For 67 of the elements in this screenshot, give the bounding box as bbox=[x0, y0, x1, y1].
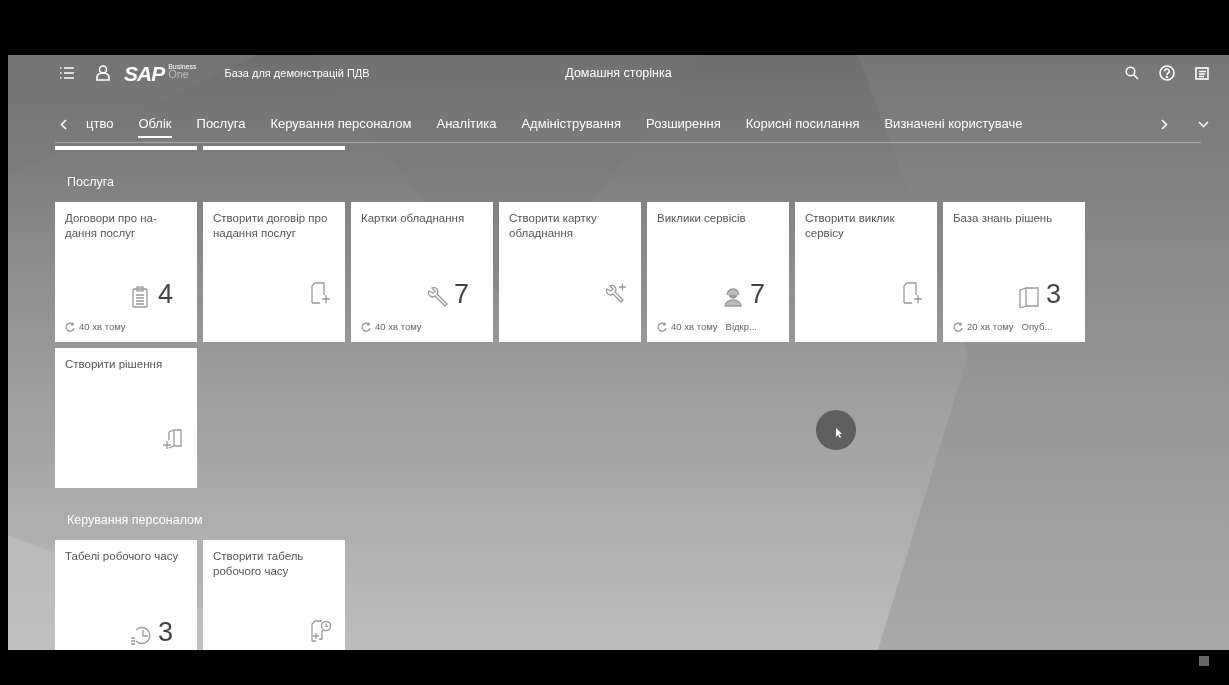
tile-count: 4 bbox=[157, 280, 173, 308]
app-tile[interactable]: Створити виклик сервісу bbox=[795, 201, 937, 342]
app-tile[interactable]: База знань рішень 3 20 хв тому Опуб... bbox=[943, 201, 1085, 342]
refresh-icon bbox=[657, 321, 667, 332]
tab[interactable]: Визначені користуваче bbox=[884, 110, 1023, 138]
refresh-icon bbox=[65, 321, 75, 332]
app-tile[interactable]: Створити рішення bbox=[55, 347, 197, 488]
logo-text: SAP bbox=[124, 62, 165, 84]
tile-count: 3 bbox=[1045, 280, 1061, 308]
notifications-icon[interactable] bbox=[1195, 66, 1209, 80]
book-icon bbox=[1017, 285, 1040, 308]
app-tile[interactable]: Договори про на-дання послуг 4 40 хв тому bbox=[55, 201, 197, 342]
app-tile[interactable]: Створити договір про надання послуг bbox=[203, 201, 345, 342]
updated-time: 40 хв тому bbox=[79, 319, 126, 334]
app-tile[interactable]: Створити картку обладнання bbox=[499, 201, 641, 342]
document-plus-icon bbox=[901, 281, 923, 304]
app-tile[interactable]: Табелі робочого часу 3 bbox=[55, 539, 197, 650]
user-icon[interactable] bbox=[96, 65, 110, 81]
refresh-icon bbox=[953, 321, 963, 332]
tile-title: Табелі робочого часу bbox=[65, 548, 180, 564]
updated-time: 40 хв тому bbox=[671, 319, 718, 334]
tile-title: Картки обладнання bbox=[361, 210, 466, 226]
tab[interactable]: Керування персоналом bbox=[270, 110, 412, 138]
company-name: База для демонстрацій ПДВ bbox=[224, 65, 370, 81]
refresh-icon bbox=[361, 321, 371, 332]
wrench-icon bbox=[425, 285, 448, 308]
tile-status: Опуб... bbox=[1021, 319, 1053, 334]
tile-title: Виклики сервісів bbox=[657, 210, 747, 226]
document-plus-icon bbox=[309, 281, 331, 304]
tab[interactable]: Аналітика bbox=[436, 110, 497, 138]
updated-time: 20 хв тому bbox=[967, 319, 1014, 334]
wrench-plus-icon bbox=[605, 281, 627, 304]
headset-person-icon bbox=[721, 285, 744, 308]
app-tile[interactable]: Картки обладнання 7 40 хв тому bbox=[351, 201, 493, 342]
tile-title: Створити картку обладнання bbox=[509, 210, 598, 242]
page-title: Домашня сторінка bbox=[565, 65, 672, 80]
app-tile[interactable]: Створити табель робочого часу bbox=[203, 539, 345, 650]
tile-count: 3 bbox=[157, 618, 173, 646]
section-title: Керування персоналом bbox=[66, 511, 204, 529]
help-icon[interactable] bbox=[1159, 65, 1175, 81]
tab[interactable]: Послуга bbox=[196, 110, 246, 138]
section-title: Послуга bbox=[66, 174, 115, 191]
tile-status: Відкр... bbox=[725, 319, 757, 334]
tab[interactable]: Розширення bbox=[646, 110, 721, 138]
tab[interactable]: Облік bbox=[138, 110, 172, 138]
tile-count: 7 bbox=[749, 280, 765, 308]
tile-title: Створити договір про надання послуг bbox=[213, 210, 329, 242]
search-icon[interactable] bbox=[1125, 66, 1139, 80]
tile-count: 7 bbox=[453, 280, 469, 308]
tab[interactable]: Адміністрування bbox=[521, 110, 622, 138]
document-clock-icon bbox=[309, 619, 331, 642]
book-plus-icon bbox=[161, 427, 183, 450]
tab[interactable]: цтво bbox=[86, 110, 114, 138]
logo-icon bbox=[1199, 656, 1209, 666]
chevron-right-icon[interactable] bbox=[1161, 118, 1168, 130]
menu-icon[interactable] bbox=[60, 67, 74, 79]
tile-title: Створити рішення bbox=[65, 356, 164, 372]
chevron-left-icon[interactable] bbox=[60, 118, 67, 130]
tab[interactable]: Корисні посилання bbox=[745, 110, 860, 138]
tile-title: Створити табель робочого часу bbox=[213, 548, 305, 579]
chevron-down-icon[interactable] bbox=[1198, 120, 1209, 128]
logo-subtitle: One bbox=[168, 69, 189, 80]
tile-title: Створити виклик сервісу bbox=[805, 210, 896, 242]
updated-time: 40 хв тому bbox=[375, 319, 422, 334]
app-tile[interactable]: Виклики сервісів 7 40 хв тому Відкр... bbox=[647, 201, 789, 342]
tile-title: База знань рішень bbox=[953, 210, 1054, 226]
tile-title: Договори про на-дання послуг bbox=[65, 210, 158, 242]
